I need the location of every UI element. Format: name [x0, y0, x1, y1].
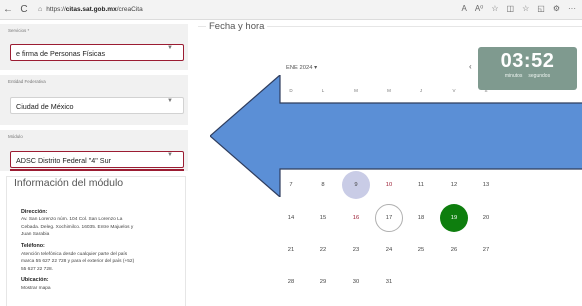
telefono-line: marca 55 627 22 728 y para el exterior d…: [21, 259, 135, 264]
servicios-select[interactable]: e firma de Personas Físicas ▼: [10, 44, 184, 61]
appointment-form: Servicios * e firma de Personas Físicas …: [0, 20, 190, 306]
map-link[interactable]: Mostrar mapa: [21, 285, 181, 293]
modulo-select[interactable]: ADSC Distrito Federal "4" Sur ▼: [10, 151, 184, 168]
direccion-line: Juan Sarabia: [21, 232, 50, 237]
calendar-day[interactable]: 25: [407, 236, 435, 264]
telefono-label: Teléfono:: [21, 243, 45, 249]
modulo-field: Módulo ADSC Distrito Federal "4" Sur ▼: [0, 130, 188, 171]
calendar-day[interactable]: 26: [440, 236, 468, 264]
url-path: /creaCita: [116, 6, 143, 13]
settings-icon[interactable]: ⚙: [553, 4, 560, 13]
back-button[interactable]: ←: [0, 4, 16, 15]
calendar-day[interactable]: 27: [472, 236, 500, 264]
servicios-value: e firma de Personas Físicas: [16, 49, 106, 58]
chevron-down-icon: ▼: [167, 45, 173, 51]
address-bar[interactable]: ⌂ https://citas.sat.gob.mx/creaCita: [38, 6, 143, 13]
chevron-down-icon: ▼: [167, 98, 173, 104]
month-selector[interactable]: ENE 2024 ▾: [286, 65, 317, 71]
ubicacion-label: Ubicación:: [21, 277, 49, 283]
chevron-down-icon: ▾: [314, 65, 317, 71]
direccion-line: Av. San Lorenzo núm. 104 Col. San Lorenz…: [21, 217, 123, 222]
telefono-line: Atención telefónica desde cualquier part…: [21, 251, 128, 257]
modulo-underline: [10, 169, 184, 171]
calendar-day[interactable]: 31: [375, 268, 403, 296]
collections-icon[interactable]: ◱: [537, 4, 545, 13]
month-value: ENE 2024: [286, 65, 313, 71]
timer-value: 03:52: [500, 50, 555, 72]
servicios-field: Servicios * e firma de Personas Físicas …: [0, 24, 188, 70]
read-aloud-icon[interactable]: A: [461, 4, 466, 13]
servicios-label: Servicios *: [8, 28, 30, 33]
calendar-day[interactable]: 19: [440, 204, 468, 232]
entidad-select[interactable]: Ciudad de México ▼: [10, 97, 184, 114]
browser-toolbar: ← C ⌂ https://citas.sat.gob.mx/creaCita …: [0, 0, 582, 20]
calendar-day[interactable]: 30: [342, 268, 370, 296]
calendar-day[interactable]: 24: [375, 236, 403, 264]
reload-button[interactable]: C: [16, 4, 32, 15]
calendar-day[interactable]: 22: [309, 236, 337, 264]
left-arrow-icon: [210, 75, 582, 197]
calendar-day[interactable]: 15: [309, 204, 337, 232]
favorite-icon[interactable]: ☆: [491, 4, 498, 13]
entidad-label: Entidad Federativa: [8, 79, 46, 84]
direccion-label: Dirección:: [21, 209, 48, 215]
calendar-day[interactable]: 21: [277, 236, 305, 264]
module-info-title: Información del módulo: [12, 177, 126, 189]
url-prefix: https://: [46, 6, 66, 13]
calendar-day[interactable]: 20: [472, 204, 500, 232]
chevron-down-icon: ▼: [167, 152, 173, 158]
direccion-line: Cebada. Deleg. Xochimilco. 16035. Entre …: [21, 224, 134, 230]
browser-icons: A A⁰ ☆ ◫ ☆ ◱ ⚙ ···: [461, 4, 576, 13]
telefono-line: 55 627 22 728.: [21, 266, 54, 272]
modulo-value: ADSC Distrito Federal "4" Sur: [16, 156, 111, 165]
calendar-day[interactable]: 29: [309, 268, 337, 296]
calendar-day[interactable]: 16: [342, 204, 370, 232]
fecha-hora-title: Fecha y hora: [206, 21, 268, 32]
url-host: citas.sat.gob.mx: [65, 6, 117, 13]
more-icon[interactable]: ···: [568, 4, 576, 13]
entidad-value: Ciudad de México: [16, 102, 74, 111]
home-icon[interactable]: ⌂: [38, 6, 42, 13]
split-screen-icon[interactable]: ◫: [507, 4, 515, 13]
calendar-day[interactable]: 14: [277, 204, 305, 232]
favorites-icon[interactable]: ☆: [522, 4, 529, 13]
prev-month-button[interactable]: ‹: [469, 62, 472, 71]
calendar-day[interactable]: 18: [407, 204, 435, 232]
calendar-day[interactable]: 17: [375, 204, 403, 232]
entidad-field: Entidad Federativa Ciudad de México ▼: [0, 75, 188, 125]
calendar-day[interactable]: 28: [277, 268, 305, 296]
text-size-icon[interactable]: A⁰: [475, 4, 484, 13]
calendar-day[interactable]: 23: [342, 236, 370, 264]
modulo-label: Módulo: [8, 134, 23, 139]
